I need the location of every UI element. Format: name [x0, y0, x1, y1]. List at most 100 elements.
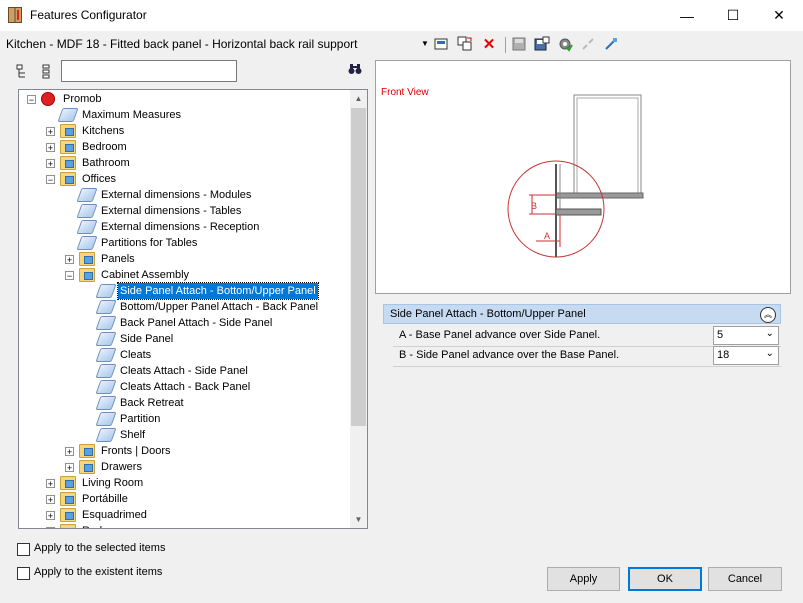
tree-item[interactable]: Back Retreat: [19, 395, 349, 411]
minimize-button[interactable]: —: [664, 0, 710, 31]
expand-icon[interactable]: +: [46, 479, 55, 489]
title-bar: Features Configurator — ☐ ✕: [0, 0, 803, 31]
expand-icon[interactable]: +: [65, 463, 74, 473]
toolbar-separator: [505, 37, 506, 53]
feature-icon: [95, 316, 117, 330]
tree-item[interactable]: − Offices: [19, 171, 349, 187]
tree-item[interactable]: Shelf: [19, 427, 349, 443]
collapse-icon[interactable]: −: [65, 271, 74, 281]
tree-item[interactable]: + Bathroom: [19, 155, 349, 171]
feature-icon: [95, 412, 117, 426]
tree-item-label: Cleats Attach - Side Panel: [120, 365, 248, 377]
settings-icon[interactable]: [556, 35, 574, 53]
tree-item[interactable]: + Panels: [19, 251, 349, 267]
close-button[interactable]: ✕: [756, 0, 802, 31]
ok-button[interactable]: OK: [628, 567, 702, 591]
feature-icon: [95, 364, 117, 378]
cancel-button[interactable]: Cancel: [708, 567, 782, 591]
delete-icon[interactable]: ✕: [480, 35, 498, 53]
maximize-button[interactable]: ☐: [710, 0, 756, 31]
tree-item[interactable]: Back Panel Attach - Side Panel: [19, 315, 349, 331]
apply-selected-checkbox[interactable]: [17, 543, 30, 556]
connect-icon[interactable]: [602, 35, 620, 53]
window-title: Features Configurator: [30, 8, 147, 22]
feature-icon: [95, 380, 117, 394]
tree-item-label: Back Panel Attach - Side Panel: [120, 317, 273, 329]
tree-item[interactable]: Partition: [19, 411, 349, 427]
tree-item-label: Back Retreat: [120, 397, 184, 409]
search-input[interactable]: [61, 60, 237, 82]
tree-item[interactable]: External dimensions - Tables: [19, 203, 349, 219]
toolbar: Kitchen - MDF 18 - Fitted back panel - H…: [0, 31, 803, 57]
tree-item[interactable]: Maximum Measures: [19, 107, 349, 123]
tree-item-label: Side Panel: [120, 333, 174, 345]
front-view-preview: Front View A B: [375, 60, 791, 294]
new-item-icon[interactable]: [432, 35, 450, 53]
apply-existent-label: Apply to the existent items: [34, 566, 163, 578]
expand-icon[interactable]: +: [46, 495, 55, 505]
tree-item[interactable]: Bottom/Upper Panel Attach - Back Panel: [19, 299, 349, 315]
scroll-thumb[interactable]: [351, 108, 366, 426]
tree-item[interactable]: + Esquadrimed: [19, 507, 349, 523]
tree-item[interactable]: + Drawers: [19, 459, 349, 475]
property-a-select[interactable]: 5 ⌄: [713, 326, 779, 345]
collapse-up-icon[interactable]: ︽: [760, 307, 776, 323]
tree-item[interactable]: − Promob: [19, 91, 349, 107]
find-icon[interactable]: [348, 63, 362, 78]
feature-icon: [95, 284, 117, 298]
tree-item[interactable]: Side Panel: [19, 331, 349, 347]
tree-item-label: Fronts | Doors: [101, 445, 171, 457]
tree-item[interactable]: + Rodapes: [19, 523, 349, 528]
tree-item-label: External dimensions - Reception: [101, 221, 260, 233]
collapse-all-icon[interactable]: [16, 64, 32, 80]
expand-icon[interactable]: +: [65, 255, 74, 265]
apply-existent-checkbox[interactable]: [17, 567, 30, 580]
expand-icon[interactable]: +: [46, 527, 55, 528]
expand-icon[interactable]: +: [65, 447, 74, 457]
property-b-select[interactable]: 18 ⌄: [713, 346, 779, 365]
tree-item[interactable]: − Cabinet Assembly: [19, 267, 349, 283]
feature-tree[interactable]: − Promob Maximum Measures + Kitchens + Bedroom…: [18, 89, 368, 529]
property-b-value: 18: [717, 349, 730, 361]
expand-icon[interactable]: +: [46, 159, 55, 169]
property-row-a: A - Base Panel advance over Side Panel. …: [393, 326, 781, 347]
tree-item[interactable]: Partitions for Tables: [19, 235, 349, 251]
expand-icon[interactable]: +: [46, 127, 55, 137]
property-b-label: B - Side Panel advance over the Base Pan…: [399, 349, 620, 361]
tree-item[interactable]: + Living Room: [19, 475, 349, 491]
tree-item[interactable]: Cleats Attach - Back Panel: [19, 379, 349, 395]
configuration-selector[interactable]: Kitchen - MDF 18 - Fitted back panel - H…: [6, 37, 357, 51]
tree-item[interactable]: External dimensions - Modules: [19, 187, 349, 203]
replace-icon[interactable]: [456, 35, 474, 53]
expand-all-icon[interactable]: [40, 64, 52, 80]
tree-item[interactable]: Cleats Attach - Side Panel: [19, 363, 349, 379]
expand-icon[interactable]: +: [46, 511, 55, 521]
tree-item-label: Promob: [63, 93, 102, 105]
feature-icon: [76, 204, 98, 218]
tree-item[interactable]: + Portábille: [19, 491, 349, 507]
tree-scrollbar[interactable]: ▲ ▼: [350, 90, 367, 528]
feature-icon: [95, 348, 117, 362]
scroll-down-icon[interactable]: ▼: [350, 511, 367, 528]
collapse-icon[interactable]: −: [27, 95, 36, 105]
tree-item[interactable]: + Fronts | Doors: [19, 443, 349, 459]
apply-button[interactable]: Apply: [547, 567, 620, 591]
expand-icon[interactable]: +: [46, 143, 55, 153]
save-as-icon[interactable]: [533, 35, 551, 53]
save-icon[interactable]: [510, 35, 528, 53]
tree-item[interactable]: + Kitchens: [19, 123, 349, 139]
scroll-up-icon[interactable]: ▲: [350, 90, 367, 107]
properties-group-header[interactable]: Side Panel Attach - Bottom/Upper Panel ︽: [383, 304, 781, 324]
dropdown-arrow-icon[interactable]: ▼: [421, 39, 429, 48]
disconnect-icon[interactable]: [579, 35, 597, 53]
chevron-down-icon: ⌄: [765, 328, 774, 339]
feature-icon: [95, 396, 117, 410]
tree-item[interactable]: + Bedroom: [19, 139, 349, 155]
folder-icon: [60, 172, 76, 186]
tree-item-label: Living Room: [82, 477, 144, 489]
collapse-icon[interactable]: −: [46, 175, 55, 185]
tree-item[interactable]: Side Panel Attach - Bottom/Upper Panel: [19, 282, 349, 300]
dimension-a-label: A: [544, 231, 550, 241]
tree-item[interactable]: External dimensions - Reception: [19, 219, 349, 235]
tree-item[interactable]: Cleats: [19, 347, 349, 363]
